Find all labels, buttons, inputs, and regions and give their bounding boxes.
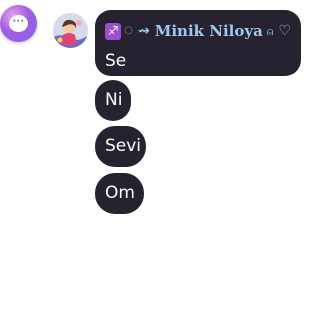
message-header: ♐ ○ ⇝ Minik Niloya ⍝ ♡ — [105, 20, 291, 42]
message-text: Sevi — [105, 136, 142, 156]
bell-icon: ⍝ — [266, 24, 274, 38]
message-bubble[interactable]: Sevi — [95, 126, 146, 167]
message-text: Ni — [105, 90, 123, 110]
message-bubble[interactable]: Ni — [95, 80, 131, 121]
avatar[interactable] — [53, 13, 88, 48]
chat-launcher-button[interactable]: ··· — [0, 5, 37, 42]
ring-icon: ○ — [124, 25, 134, 36]
chat-thread: ··· ♐ ○ ⇝ Minik Niloya ⍝ ♡ Se Ni Sevi Om — [0, 0, 308, 320]
arrow-icon: ⇝ — [138, 23, 150, 39]
sender-name[interactable]: Minik Niloya — [155, 23, 263, 39]
message-bubble[interactable]: Om — [95, 173, 144, 214]
sagittarius-zodiac-icon: ♐ — [105, 22, 122, 40]
message-text: Se — [105, 51, 127, 71]
message-bubble[interactable]: ♐ ○ ⇝ Minik Niloya ⍝ ♡ Se — [95, 10, 301, 76]
message-text: Om — [105, 183, 135, 203]
chat-bubble-icon: ··· — [9, 15, 28, 32]
heart-icon[interactable]: ♡ — [278, 24, 291, 38]
user-avatar-image — [53, 13, 88, 48]
